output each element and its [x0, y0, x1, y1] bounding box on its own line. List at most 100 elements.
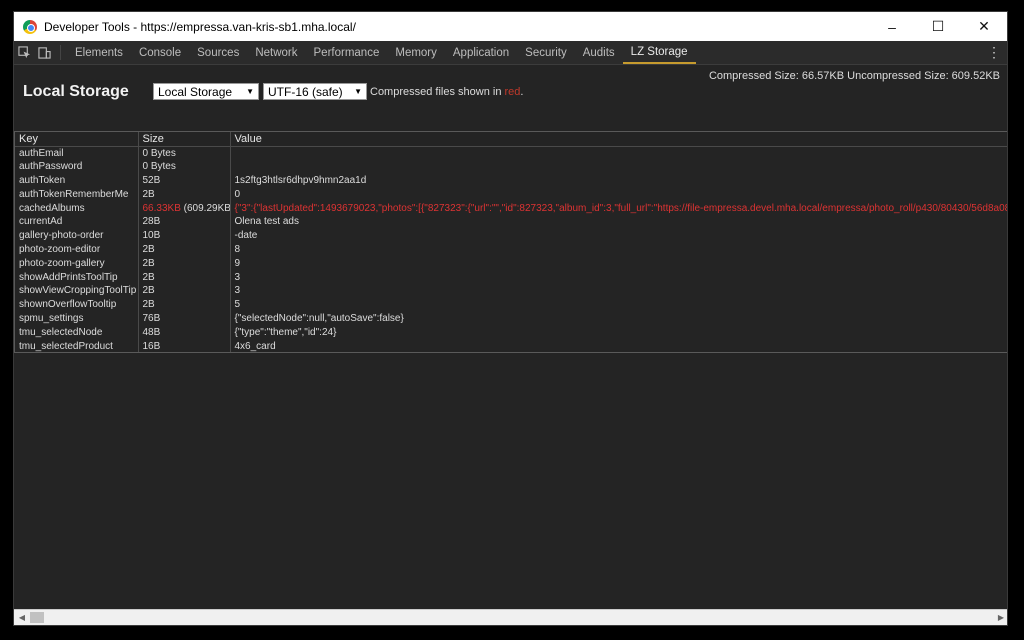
compressed-hint: Compressed files shown in red. — [370, 86, 523, 98]
tab-console[interactable]: Console — [131, 41, 189, 64]
column-header-value[interactable]: Value — [230, 132, 1007, 147]
cell-size: 28B — [138, 214, 231, 229]
lz-storage-header: Compressed Size: 66.57KB Uncompressed Si… — [14, 65, 1007, 131]
encoding-value: UTF-16 (safe) — [268, 84, 343, 99]
cell-key: tmu_selectedNode — [15, 325, 139, 340]
table-row[interactable]: tmu_selectedProduct 16B 4x6_card — [15, 339, 1007, 352]
inspect-element-icon[interactable] — [14, 41, 34, 64]
table-row[interactable]: photo-zoom-editor 2B 8 — [15, 242, 1007, 257]
cell-value: -date — [230, 228, 1007, 243]
table-row[interactable]: authToken 52B 1s2ftg3htlsr6dhpv9hmn2aa1d — [15, 173, 1007, 188]
encoding-select[interactable]: UTF-16 (safe) ▼ — [263, 83, 367, 100]
tab-sources[interactable]: Sources — [189, 41, 247, 64]
cell-key: authToken — [15, 173, 139, 188]
page-title: Local Storage — [23, 83, 129, 100]
cell-key: shownOverflowTooltip — [15, 297, 139, 312]
cell-key: photo-zoom-gallery — [15, 256, 139, 271]
cell-size: 2B — [138, 187, 231, 202]
table-row[interactable]: authTokenRememberMe 2B 0 — [15, 187, 1007, 202]
cell-key: photo-zoom-editor — [15, 242, 139, 257]
storage-type-value: Local Storage — [158, 84, 233, 99]
tab-audits[interactable]: Audits — [575, 41, 623, 64]
cell-key: authPassword — [15, 159, 139, 174]
hint-suffix: . — [520, 86, 524, 98]
scroll-right-icon[interactable]: ▶ — [993, 610, 1007, 625]
scrollbar-thumb[interactable] — [30, 612, 44, 623]
cell-value: {"selectedNode":null,"autoSave":false} — [230, 311, 1007, 326]
column-header-size[interactable]: Size — [138, 132, 231, 147]
chevron-down-icon: ▼ — [354, 87, 362, 96]
cell-size: 2B — [138, 256, 231, 271]
table-row[interactable]: authPassword 0 Bytes — [15, 159, 1007, 174]
cell-size: 2B — [138, 297, 231, 312]
hint-text: Compressed files shown in — [370, 86, 505, 98]
uncompressed-size: (609.29KB) — [180, 202, 230, 214]
scroll-left-icon[interactable]: ◀ — [14, 610, 30, 625]
table-row[interactable]: photo-zoom-gallery 2B 9 — [15, 256, 1007, 271]
hint-red-word: red — [504, 86, 521, 98]
cell-key: authEmail — [15, 146, 139, 160]
horizontal-scrollbar[interactable]: ◀ ▶ — [14, 609, 1007, 625]
minimize-button[interactable]: – — [869, 12, 915, 41]
cell-value: 3 — [230, 270, 1007, 284]
tab-network[interactable]: Network — [247, 41, 305, 64]
tab-security[interactable]: Security — [517, 41, 575, 64]
tab-elements[interactable]: Elements — [67, 41, 131, 64]
cell-size: 48B — [138, 325, 231, 340]
tab-lz-storage[interactable]: LZ Storage — [622, 41, 696, 64]
storage-size-summary: Compressed Size: 66.57KB Uncompressed Si… — [708, 70, 1000, 82]
toolbar-divider — [60, 45, 61, 60]
table-row[interactable]: showViewCroppingToolTip 2B 3 — [15, 283, 1007, 298]
cell-value: 4x6_card — [230, 339, 1007, 352]
cell-key: spmu_settings — [15, 311, 139, 326]
tab-memory[interactable]: Memory — [387, 41, 445, 64]
close-button[interactable]: ✕ — [961, 12, 1007, 41]
more-options-icon[interactable]: ⋮ — [981, 41, 1007, 64]
cell-value — [230, 159, 1007, 174]
cell-value: Olena test ads — [230, 214, 1007, 229]
cell-size: 2B — [138, 270, 231, 284]
title-bar: Developer Tools - https://empressa.van-k… — [14, 12, 1007, 41]
table-row[interactable]: currentAd 28B Olena test ads — [15, 214, 1007, 229]
cell-value: 3 — [230, 283, 1007, 298]
cell-key: gallery-photo-order — [15, 228, 139, 243]
cell-value: {"3":{"lastUpdated":1493679023,"photos":… — [230, 201, 1007, 215]
table-row[interactable]: authEmail 0 Bytes — [15, 146, 1007, 160]
cell-value — [230, 146, 1007, 160]
cell-size: 76B — [138, 311, 231, 326]
cell-key: currentAd — [15, 214, 139, 229]
table-row[interactable]: shownOverflowTooltip 2B 5 — [15, 297, 1007, 312]
cell-size: 66.33KB (609.29KB) — [138, 201, 231, 215]
cell-size: 52B — [138, 173, 231, 188]
devtools-window: Developer Tools - https://empressa.van-k… — [13, 11, 1008, 626]
cell-value: 5 — [230, 297, 1007, 312]
cell-size: 2B — [138, 242, 231, 257]
table-row[interactable]: showAddPrintsToolTip 2B 3 — [15, 270, 1007, 284]
tab-application[interactable]: Application — [445, 41, 517, 64]
cell-key: showViewCroppingToolTip — [15, 283, 139, 298]
cell-size: 0 Bytes — [138, 146, 231, 160]
table-row[interactable]: tmu_selectedNode 48B {"type":"theme","id":… — [15, 325, 1007, 340]
cell-size: 2B — [138, 283, 231, 298]
tab-performance[interactable]: Performance — [306, 41, 388, 64]
table-row[interactable]: cachedAlbums 66.33KB (609.29KB) {"3":{"las… — [15, 201, 1007, 215]
storage-type-select[interactable]: Local Storage ▼ — [153, 83, 259, 100]
chrome-icon — [23, 19, 37, 34]
compressed-size: 66.33KB — [142, 202, 181, 214]
table-row[interactable]: gallery-photo-order 10B -date — [15, 228, 1007, 243]
cell-value: 8 — [230, 242, 1007, 257]
cell-key: cachedAlbums — [15, 201, 139, 215]
table-row[interactable]: spmu_settings 76B {"selectedNode":null,"au… — [15, 311, 1007, 326]
cell-value: 9 — [230, 256, 1007, 271]
maximize-button[interactable]: ☐ — [915, 12, 961, 41]
storage-table: Key Size Value authEmail 0 Bytes authPassw… — [14, 131, 1007, 353]
cell-key: showAddPrintsToolTip — [15, 270, 139, 284]
chevron-down-icon: ▼ — [246, 87, 254, 96]
devtools-tab-bar: Elements Console Sources Network Performance… — [14, 41, 1007, 65]
column-header-key[interactable]: Key — [15, 132, 139, 147]
cell-key: authTokenRememberMe — [15, 187, 139, 202]
cell-size: 16B — [138, 339, 231, 352]
device-toolbar-icon[interactable] — [34, 41, 54, 64]
cell-size: 10B — [138, 228, 231, 243]
window-title: Developer Tools - https://empressa.van-k… — [44, 19, 356, 34]
